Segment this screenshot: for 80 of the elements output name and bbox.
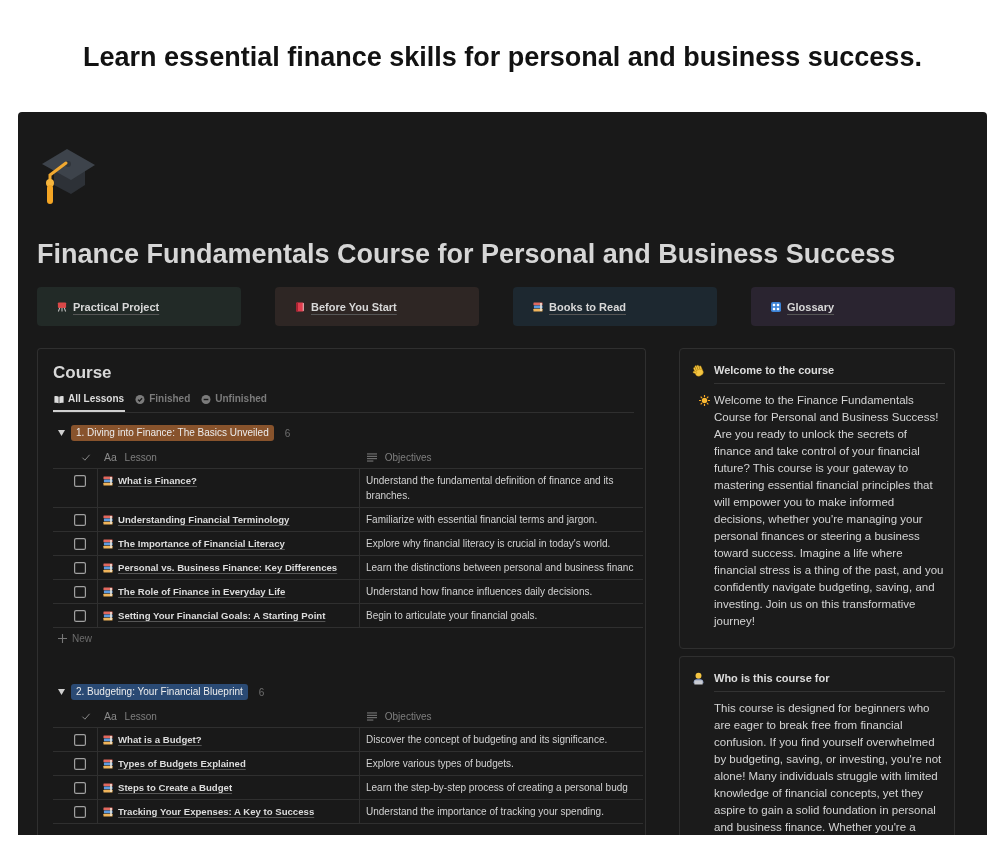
group-count: 6 bbox=[258, 686, 265, 698]
column-header[interactable]: Aa Lesson bbox=[104, 710, 157, 722]
lesson-link[interactable]: What is Finance? bbox=[103, 473, 197, 488]
text-lines-icon bbox=[367, 452, 377, 462]
checkbox[interactable] bbox=[74, 475, 86, 487]
lesson-link[interactable]: Steps to Create a Budget bbox=[103, 780, 233, 795]
book-icon bbox=[295, 301, 305, 312]
checkbox[interactable] bbox=[74, 758, 86, 770]
lesson-link[interactable]: The Importance of Financial Literacy bbox=[103, 536, 285, 551]
books-icon bbox=[103, 610, 113, 621]
books-icon bbox=[103, 514, 113, 525]
toggle-triangle-icon[interactable] bbox=[58, 689, 65, 695]
group-count: 6 bbox=[284, 427, 291, 439]
sun-icon bbox=[699, 395, 710, 406]
open-book-icon bbox=[54, 394, 64, 404]
column-header[interactable]: Objectives bbox=[367, 451, 432, 463]
checkbox[interactable] bbox=[74, 734, 86, 746]
toggle-triangle-icon[interactable] bbox=[58, 430, 65, 436]
check-badge-icon bbox=[135, 394, 146, 404]
table-cell: Explore various types of budgets. bbox=[359, 752, 643, 775]
callout-text: This course is designed for beginners who are eager to break free from financial confusion. If you find yourself overwhelmed by budgeting, saving, or investing, you're not alone! Many individuals struggle with limited knowledge of financial concepts, yet they aspire to gain a solid foundation in personal and business finance. Whether you're a bbox=[714, 701, 943, 835]
table-cell: Learn the step-by-step process of creating a personal budg bbox=[359, 776, 643, 799]
lesson-link[interactable]: Types of Budgets Explained bbox=[103, 756, 246, 771]
link-card[interactable]: Before You Start bbox=[275, 287, 479, 326]
books-icon bbox=[103, 734, 113, 745]
table-cell: Explore why financial literacy is crucial in today's world. bbox=[359, 532, 643, 555]
group-tag: 2. Budgeting: Your Financial Blueprint bbox=[71, 684, 248, 700]
checkbox[interactable] bbox=[74, 538, 86, 550]
callout-text: Welcome to the Finance Fundamentals Course for Personal and Business Success! Are you ready to unlock the secrets of finance and take control of your financial future? This course is your gateway to mastering essential financial principles that will empower you to make informed decisions, whether you're managing your personal finances or steering a business toward success. Imagine a life where financial stress is a thing of the past, and you confidently navigate budgeting, saving, and investing. Join us on this transformative journey! bbox=[714, 393, 945, 629]
lesson-link[interactable]: Personal vs. Business Finance: Key Differences bbox=[103, 560, 338, 575]
books-icon bbox=[103, 586, 113, 597]
table-cell: Understand the fundamental definition of finance and its branches. bbox=[359, 469, 643, 507]
lesson-link[interactable]: Setting Your Financial Goals: A Starting Point bbox=[103, 608, 326, 623]
books-icon bbox=[103, 562, 113, 573]
books-icon bbox=[103, 806, 113, 817]
books-icon bbox=[103, 475, 113, 486]
graduation-cap-icon bbox=[40, 148, 96, 205]
link-card[interactable]: Books to Read bbox=[513, 287, 717, 326]
view-tab[interactable]: Unfinished bbox=[200, 387, 268, 412]
person-laptop-icon bbox=[692, 671, 705, 685]
minus-circle-icon bbox=[201, 394, 212, 404]
checkmark-icon bbox=[81, 452, 91, 462]
page-title: Finance Fundamentals Course for Personal and Business Success bbox=[37, 238, 896, 271]
table-cell: Discover the concept of budgeting and its significance. bbox=[359, 728, 643, 751]
books-icon bbox=[103, 782, 113, 793]
checkbox[interactable] bbox=[74, 586, 86, 598]
link-card[interactable]: Glossary bbox=[751, 287, 955, 326]
group-tag: 1. Diving into Finance: The Basics Unveiled bbox=[71, 425, 274, 441]
lesson-link[interactable]: Understanding Financial Terminology bbox=[103, 512, 290, 527]
checkbox[interactable] bbox=[74, 610, 86, 622]
view-tab[interactable]: All Lessons bbox=[53, 387, 126, 412]
lesson-link[interactable]: Tracking Your Expenses: A Key to Success bbox=[103, 804, 315, 819]
callout-title: Who is this course for bbox=[714, 672, 830, 684]
callout-title: Welcome to the course bbox=[714, 364, 835, 376]
course-title: Course bbox=[53, 362, 112, 384]
checkbox[interactable] bbox=[74, 806, 86, 818]
books-icon bbox=[103, 758, 113, 769]
column-header[interactable]: Objectives bbox=[367, 710, 432, 722]
checkbox[interactable] bbox=[74, 514, 86, 526]
checkbox[interactable] bbox=[74, 562, 86, 574]
books-icon bbox=[103, 538, 113, 549]
plus-icon bbox=[58, 633, 67, 643]
checkbox[interactable] bbox=[74, 782, 86, 794]
table-cell: Begin to articulate your financial goals. bbox=[359, 604, 643, 627]
table-cell: Learn the distinctions between personal and business financ bbox=[359, 556, 643, 579]
table-cell: Understand the importance of tracking your spending. bbox=[359, 800, 643, 823]
easel-icon bbox=[57, 301, 67, 312]
table-cell: Understand how finance influences daily decisions. bbox=[359, 580, 643, 603]
table-cell: Familiarize with essential financial terms and jargon. bbox=[359, 508, 643, 531]
link-card[interactable]: Practical Project bbox=[37, 287, 241, 326]
page-heading: Learn essential finance skills for personal and business success. bbox=[83, 42, 922, 72]
text-lines-icon bbox=[367, 711, 377, 721]
lesson-link[interactable]: The Role of Finance in Everyday Life bbox=[103, 584, 286, 599]
column-header[interactable]: Aa Lesson bbox=[104, 451, 157, 463]
checkmark-icon bbox=[81, 711, 91, 721]
lesson-link[interactable]: What is a Budget? bbox=[103, 732, 202, 747]
grid-tile-icon bbox=[771, 301, 781, 312]
books-icon bbox=[533, 301, 543, 312]
waving-hand-icon bbox=[692, 363, 705, 377]
view-tab[interactable]: Finished bbox=[134, 387, 192, 412]
